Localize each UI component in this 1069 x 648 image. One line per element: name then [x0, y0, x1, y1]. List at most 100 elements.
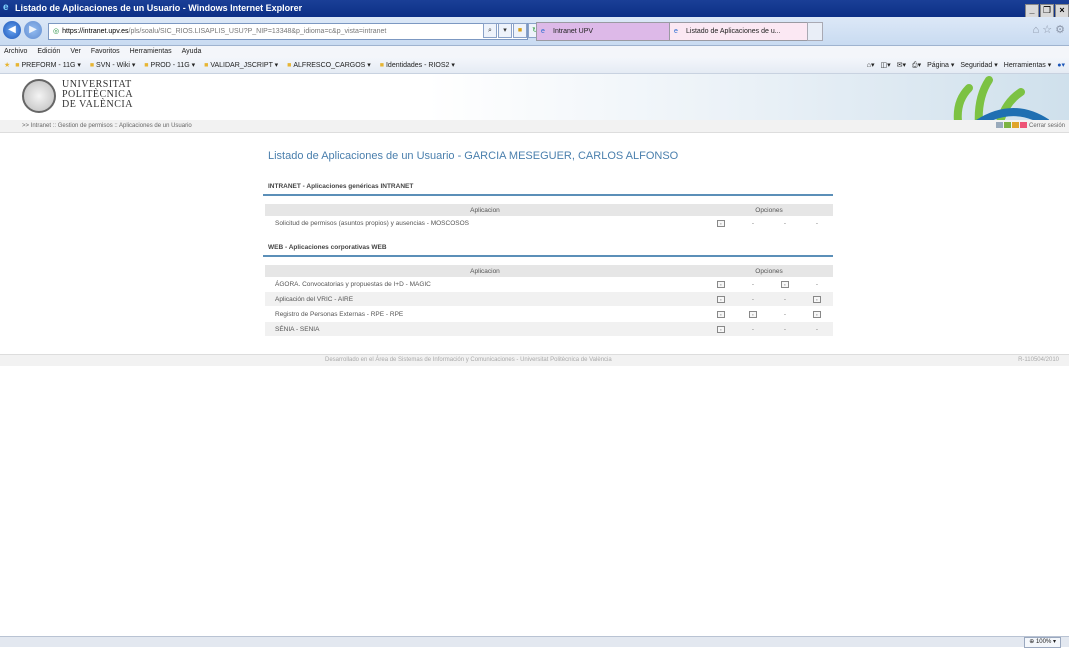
help-small-icon[interactable]	[1004, 122, 1012, 129]
settings-gear-icon[interactable]: ⚙	[1055, 24, 1065, 36]
language-icon[interactable]	[996, 122, 1004, 129]
section-divider	[263, 255, 833, 257]
option-cell: -	[801, 321, 833, 337]
menu-ayuda[interactable]: Ayuda	[182, 48, 202, 55]
menu-edicion[interactable]: Edición	[37, 48, 60, 55]
table-row: Registro de Personas Externas - RPE - RP…	[265, 306, 833, 322]
option-cell: -	[737, 321, 769, 337]
config-icon[interactable]	[1012, 122, 1020, 129]
menu-bar: Archivo Edición Ver Favoritos Herramientas Ay…	[0, 46, 1069, 58]
option-edit-icon[interactable]: ▪	[769, 277, 801, 292]
favorites-star-icon[interactable]: ★	[4, 62, 10, 69]
dropdown-arrow-icon[interactable]: ▾	[498, 23, 512, 38]
cmd-pagina[interactable]: Página ▾	[927, 62, 954, 69]
section-title: INTRANET - Aplicaciones genéricas INTRAN…	[268, 183, 414, 190]
folder-icon: ■	[89, 62, 95, 69]
section-title: WEB - Aplicaciones corporativas WEB	[268, 244, 387, 251]
fav-label: PROD - 11G ▾	[150, 62, 196, 69]
fav-item-prod[interactable]: ■ PROD - 11G ▾	[144, 58, 195, 73]
university-name-line: DE VALÈNCIA	[62, 99, 133, 110]
favorites-star-icon[interactable]: ☆	[1042, 24, 1052, 36]
table-row: SÉNIA - SENIA ▪ - - -	[265, 321, 833, 337]
cmd-seguridad[interactable]: Seguridad ▾	[960, 62, 997, 69]
col-header-opciones: Opciones	[705, 204, 833, 216]
option-mark: ▪	[717, 295, 725, 303]
option-user-icon[interactable]: ▪	[737, 306, 769, 322]
option-mark: ▪	[749, 310, 757, 318]
menu-archivo[interactable]: Archivo	[4, 48, 27, 55]
folder-icon: ■	[379, 62, 384, 69]
option-list-icon[interactable]: ▪	[801, 306, 833, 322]
address-path: /pls/soalu/SIC_RIOS.LISAPLIS_USU?P_NIP=1…	[128, 28, 387, 35]
fav-item-svn[interactable]: ■ SVN - Wiki ▾	[90, 58, 136, 73]
home-cmd-icon[interactable]: ⌂▾	[867, 62, 875, 69]
option-cell: -	[769, 291, 801, 307]
option-cell: -	[737, 216, 769, 231]
folder-icon: ■	[204, 62, 209, 69]
option-access-icon[interactable]: ▪	[705, 291, 737, 307]
option-list-icon[interactable]: ▪	[801, 291, 833, 307]
help-icon[interactable]: ●▾	[1057, 62, 1065, 69]
mail-icon[interactable]: ✉▾	[897, 62, 906, 69]
tab-listado-aplicaciones[interactable]: eListado de Aplicaciones de u... ✕	[669, 22, 823, 41]
option-mark: ▪	[813, 310, 821, 318]
fav-item-validar[interactable]: ■ VALIDAR_JSCRIPT ▾	[204, 58, 278, 73]
app-name: ÁGORA. Convocatorias y propuestas de I+D…	[265, 277, 705, 292]
option-access-icon[interactable]: ▪	[705, 277, 737, 292]
menu-favoritos[interactable]: Favoritos	[91, 48, 120, 55]
zoom-in-icon: ⊕	[1029, 639, 1035, 645]
table-row: ÁGORA. Convocatorias y propuestas de I+D…	[265, 277, 833, 292]
forward-button[interactable]: ▶	[24, 21, 42, 39]
footer-credits: Desarrollado en el Área de Sistemas de I…	[325, 357, 612, 363]
fav-label: Identidades - RIOS2 ▾	[385, 62, 455, 69]
fav-label: VALIDAR_JSCRIPT ▾	[210, 62, 279, 69]
feeds-icon[interactable]: ◫▾	[880, 62, 890, 69]
cmd-herramientas[interactable]: Herramientas ▾	[1004, 62, 1051, 69]
logout-link[interactable]: Cerrar sesión	[1029, 123, 1065, 129]
option-access-icon[interactable]: ▪	[705, 216, 737, 231]
option-mark: ▪	[717, 219, 725, 227]
folder-icon: ■	[15, 62, 20, 69]
table-header: Aplicacion Opciones	[265, 204, 833, 216]
zoom-control[interactable]: ⊕ 100% ▾	[1024, 637, 1061, 648]
maximize-button[interactable]: ❐	[1040, 4, 1054, 18]
breadcrumb-bar: >> Intranet :: Gestion de permisos :: Ap…	[0, 120, 1069, 133]
window-title: Listado de Aplicaciones de un Usuario - …	[15, 3, 303, 13]
option-cell: -	[801, 277, 833, 292]
zoom-level: 100%	[1035, 639, 1052, 645]
print-icon[interactable]: ⎙▾	[912, 62, 921, 69]
close-window-button[interactable]: ×	[1055, 4, 1069, 18]
fav-item-alfresco[interactable]: ■ ALFRESCO_CARGOS ▾	[287, 58, 371, 73]
tab-intranet-upv[interactable]: e Intranet UPV	[536, 22, 670, 41]
university-seal-logo[interactable]	[22, 79, 56, 113]
option-cell: -	[737, 277, 769, 292]
new-tab-button[interactable]	[807, 22, 823, 41]
home-icon[interactable]: ⌂	[1032, 24, 1039, 36]
address-bar[interactable]: ◎ https://intranet.upv.es/pls/soalu/SIC_R…	[48, 23, 528, 40]
col-header-opciones: Opciones	[705, 265, 833, 277]
lock-icon[interactable]: ■	[513, 23, 527, 38]
option-cell: -	[737, 291, 769, 307]
table-row: Aplicación del VRIC - AIRE ▪ - - ▪	[265, 291, 833, 307]
col-header-aplicacion: Aplicacion	[265, 265, 705, 277]
section-divider	[263, 194, 833, 196]
fav-item-preform[interactable]: ■ PREFORM - 11G ▾	[15, 58, 81, 73]
menu-herramientas[interactable]: Herramientas	[130, 48, 172, 55]
option-access-icon[interactable]: ▪	[705, 321, 737, 337]
app-name: Solicitud de permisos (asuntos propios) …	[265, 216, 705, 231]
option-cell: -	[769, 216, 801, 231]
search-icon[interactable]: ⌕	[483, 23, 497, 38]
option-cell: -	[801, 216, 833, 231]
minimize-button[interactable]: _	[1025, 4, 1039, 18]
ie-tab-icon: e	[541, 28, 545, 35]
option-access-icon[interactable]: ▪	[705, 306, 737, 322]
app-name: Registro de Personas Externas - RPE - RP…	[265, 306, 705, 322]
fav-item-identidades[interactable]: ■ Identidades - RIOS2 ▾	[380, 58, 455, 73]
header-decoration-graphic	[953, 76, 1049, 120]
option-mark: ▪	[717, 280, 725, 288]
fav-label: PREFORM - 11G ▾	[21, 62, 81, 69]
back-button[interactable]: ◀	[3, 21, 21, 39]
menu-ver[interactable]: Ver	[70, 48, 81, 55]
apps-table-web: Aplicacion Opciones ÁGORA. Convocatorias…	[265, 265, 833, 337]
site-header: UNIVERSITAT POLITÈCNICA DE VALÈNCIA	[0, 74, 1069, 120]
